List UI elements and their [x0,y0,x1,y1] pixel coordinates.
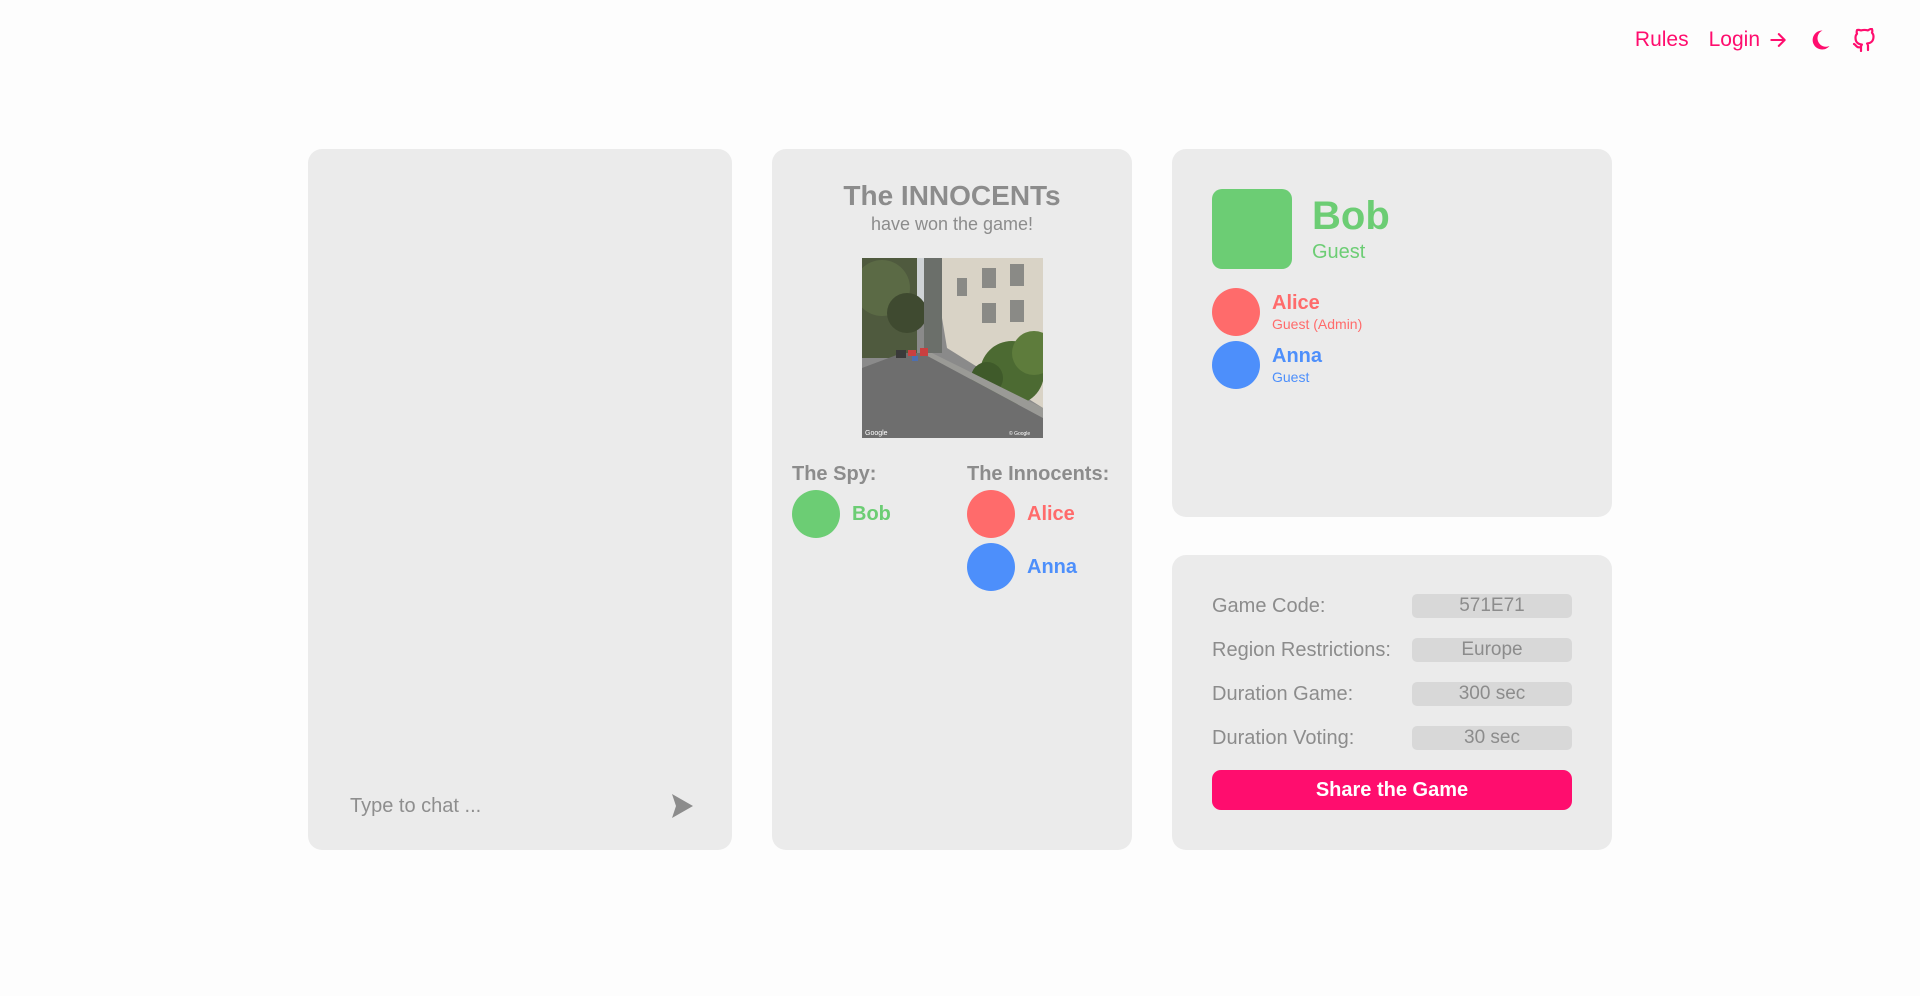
game-result-panel: The INNOCENTs have won the game! Google … [772,149,1132,850]
location-image: Google © Google [862,258,1043,438]
avatar [1212,288,1260,336]
duration-voting-value: 30 sec [1412,726,1572,750]
list-item: Anna Guest [1212,341,1362,389]
current-player: Bob Guest [1212,189,1390,269]
innocent-player: Alice [967,490,1109,538]
avatar [967,490,1015,538]
spy-heading: The Spy: [792,463,877,485]
spy-column: The Spy: Bob [792,463,891,543]
game-code-value: 571E71 [1412,594,1572,618]
result-title: The INNOCENTs [843,180,1061,211]
image-watermark-left: Google [865,430,888,437]
players-panel: Bob Guest Alice Guest (Admin) Anna Guest [1172,149,1612,517]
spy-player: Bob [792,490,891,538]
setting-game-code: Game Code: 571E71 [1212,594,1572,618]
avatar [792,490,840,538]
setting-label: Duration Game: [1212,682,1354,705]
duration-game-value: 300 sec [1412,682,1572,706]
login-label: Login [1708,28,1760,51]
setting-region: Region Restrictions: Europe [1212,638,1572,662]
send-icon[interactable] [670,793,694,819]
innocent-player: Anna [967,543,1109,591]
current-player-role: Guest [1312,240,1366,263]
avatar [1212,341,1260,389]
share-game-button[interactable]: Share the Game [1212,770,1572,810]
chat-panel [308,149,732,850]
player-name: Alice [1272,291,1320,314]
arrow-right-icon [1770,33,1786,47]
chat-input[interactable] [350,794,650,818]
innocents-column: The Innocents: Alice Anna [967,463,1109,596]
moon-icon[interactable] [1808,28,1832,52]
setting-duration-game: Duration Game: 300 sec [1212,682,1572,706]
avatar [1212,189,1292,269]
setting-label: Game Code: [1212,594,1326,617]
spy-name: Bob [852,502,891,525]
innocent-name: Anna [1027,555,1077,578]
innocents-heading: The Innocents: [967,463,1110,485]
rules-link[interactable]: Rules [1635,28,1689,52]
setting-label: Region Restrictions: [1212,638,1391,661]
github-icon[interactable] [1852,28,1876,52]
result-subtitle: have won the game! [870,214,1034,234]
setting-duration-voting: Duration Voting: 30 sec [1212,726,1572,750]
region-value: Europe [1412,638,1572,662]
player-name: Anna [1272,344,1322,367]
player-list: Alice Guest (Admin) Anna Guest [1212,288,1362,394]
avatar [967,543,1015,591]
top-nav: Rules Login [1635,28,1876,52]
login-link[interactable]: Login [1709,28,1788,52]
setting-label: Duration Voting: [1212,726,1355,749]
list-item: Alice Guest (Admin) [1212,288,1362,336]
innocent-name: Alice [1027,502,1075,525]
image-watermark-right: © Google [1009,430,1030,437]
chat-input-row [350,786,694,826]
game-settings-panel: Game Code: 571E71 Region Restrictions: E… [1172,555,1612,850]
player-role: Guest (Admin) [1272,315,1363,332]
current-player-name: Bob [1312,193,1390,238]
player-role: Guest [1272,368,1310,385]
